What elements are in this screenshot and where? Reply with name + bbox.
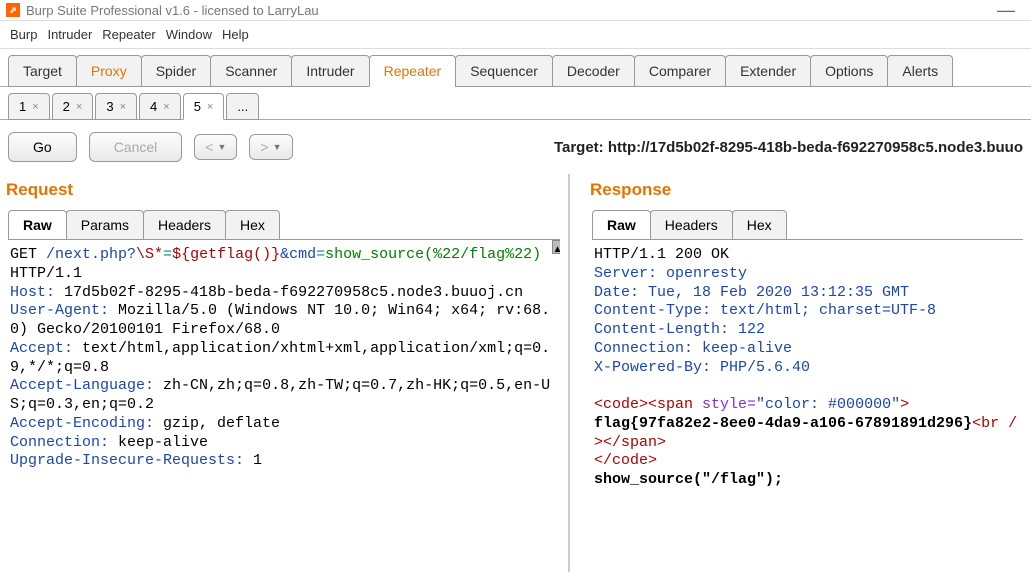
close-icon[interactable]: × (207, 101, 213, 113)
request-tabs: Raw Params Headers Hex (0, 210, 568, 240)
response-tabs: Raw Headers Hex (584, 210, 1031, 240)
tab-scanner[interactable]: Scanner (210, 55, 292, 87)
scrollbar[interactable]: ▴ (552, 240, 560, 477)
menubar: Burp Intruder Repeater Window Help (0, 20, 1031, 49)
repeater-sub-tabs: 1× 2× 3× 4× 5× ... (0, 87, 1031, 120)
tab-decoder[interactable]: Decoder (552, 55, 635, 87)
repeater-tab-more[interactable]: ... (226, 93, 259, 120)
repeater-tab-2[interactable]: 2× (52, 93, 94, 120)
menu-intruder[interactable]: Intruder (47, 27, 92, 42)
scroll-up-icon[interactable]: ▴ (552, 240, 560, 254)
tab-spider[interactable]: Spider (141, 55, 211, 87)
repeater-tab-1[interactable]: 1× (8, 93, 50, 120)
target-label: Target: http://17d5b02f-8295-418b-beda-f… (554, 139, 1023, 156)
request-tab-raw[interactable]: Raw (8, 210, 67, 240)
menu-burp[interactable]: Burp (10, 27, 37, 42)
menu-help[interactable]: Help (222, 27, 249, 42)
request-tab-params[interactable]: Params (66, 210, 144, 240)
history-forward-button[interactable]: >▼ (249, 134, 292, 160)
response-pane: Response Raw Headers Hex HTTP/1.1 200 OK… (570, 174, 1031, 572)
tab-comparer[interactable]: Comparer (634, 55, 726, 87)
action-row: Go Cancel <▼ >▼ Target: http://17d5b02f-… (0, 120, 1031, 174)
response-raw-viewer[interactable]: HTTP/1.1 200 OK Server: openresty Date: … (592, 239, 1023, 496)
tab-repeater[interactable]: Repeater (369, 55, 457, 87)
menu-repeater[interactable]: Repeater (102, 27, 155, 42)
request-raw-editor[interactable]: GET /next.php?\S*=${getflag()}&cmd=show_… (8, 239, 560, 477)
tab-alerts[interactable]: Alerts (887, 55, 953, 87)
response-tab-headers[interactable]: Headers (650, 210, 733, 240)
menu-window[interactable]: Window (166, 27, 212, 42)
close-icon[interactable]: × (163, 101, 169, 113)
response-tab-hex[interactable]: Hex (732, 210, 787, 240)
repeater-tab-3[interactable]: 3× (95, 93, 137, 120)
request-tab-hex[interactable]: Hex (225, 210, 280, 240)
repeater-tab-5[interactable]: 5× (183, 93, 225, 120)
response-tab-raw[interactable]: Raw (592, 210, 651, 240)
go-button[interactable]: Go (8, 132, 77, 162)
tab-target[interactable]: Target (8, 55, 77, 87)
repeater-tab-4[interactable]: 4× (139, 93, 181, 120)
window-title: Burp Suite Professional v1.6 - licensed … (26, 3, 997, 18)
tab-extender[interactable]: Extender (725, 55, 811, 87)
app-logo-icon: ⇗ (6, 3, 20, 17)
minimize-button[interactable]: — (997, 0, 1025, 21)
request-tab-headers[interactable]: Headers (143, 210, 226, 240)
tab-proxy[interactable]: Proxy (76, 55, 142, 87)
close-icon[interactable]: × (76, 101, 82, 113)
request-pane: Request Raw Params Headers Hex GET /next… (0, 174, 570, 572)
history-back-button[interactable]: <▼ (194, 134, 237, 160)
close-icon[interactable]: × (32, 101, 38, 113)
chevron-down-icon: ▼ (273, 142, 282, 152)
request-title: Request (0, 174, 568, 210)
tab-options[interactable]: Options (810, 55, 888, 87)
chevron-down-icon: ▼ (217, 142, 226, 152)
response-title: Response (584, 174, 1031, 210)
titlebar: ⇗ Burp Suite Professional v1.6 - license… (0, 0, 1031, 20)
tab-sequencer[interactable]: Sequencer (455, 55, 553, 87)
close-icon[interactable]: × (120, 101, 126, 113)
tab-intruder[interactable]: Intruder (291, 55, 369, 87)
cancel-button[interactable]: Cancel (89, 132, 183, 162)
tool-tabs: Target Proxy Spider Scanner Intruder Rep… (0, 49, 1031, 87)
